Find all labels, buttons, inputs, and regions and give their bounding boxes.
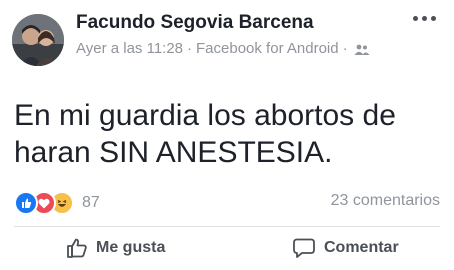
- more-options-button[interactable]: [413, 16, 436, 21]
- thumbs-up-icon: [67, 238, 87, 258]
- comment-bubble-icon: [293, 238, 315, 258]
- post-source: Facebook for Android: [196, 40, 339, 57]
- post-meta: Ayer a las 11:28 · Facebook for Android …: [76, 40, 370, 57]
- meta-separator: ·: [342, 40, 348, 57]
- reaction-count: 87: [82, 194, 100, 211]
- comment-label: Comentar: [324, 239, 399, 256]
- friends-icon[interactable]: [354, 43, 370, 55]
- divider: [14, 226, 440, 227]
- meta-separator: ·: [187, 40, 193, 57]
- post-text-line: En mi guardia los abortos de: [14, 99, 396, 132]
- post-text: En mi guardia los abortos de haran SIN A…: [14, 97, 444, 171]
- like-label: Me gusta: [96, 239, 166, 256]
- reactions-summary[interactable]: 87: [14, 191, 100, 215]
- avatar[interactable]: [12, 14, 64, 66]
- author-name[interactable]: Facundo Segovia Barcena: [76, 12, 314, 34]
- more-dot-icon: [413, 16, 418, 21]
- like-icon: [14, 191, 38, 215]
- like-button[interactable]: Me gusta: [66, 234, 165, 262]
- facebook-post: Facundo Segovia Barcena Ayer a las 11:28…: [0, 0, 454, 270]
- more-dot-icon: [422, 16, 427, 21]
- more-dot-icon: [431, 16, 436, 21]
- comments-count-link[interactable]: 23 comentarios: [331, 192, 440, 210]
- comment-button[interactable]: Comentar: [292, 234, 399, 262]
- timestamp[interactable]: Ayer a las 11:28: [76, 40, 183, 57]
- post-text-line: haran SIN ANESTESIA.: [14, 136, 333, 169]
